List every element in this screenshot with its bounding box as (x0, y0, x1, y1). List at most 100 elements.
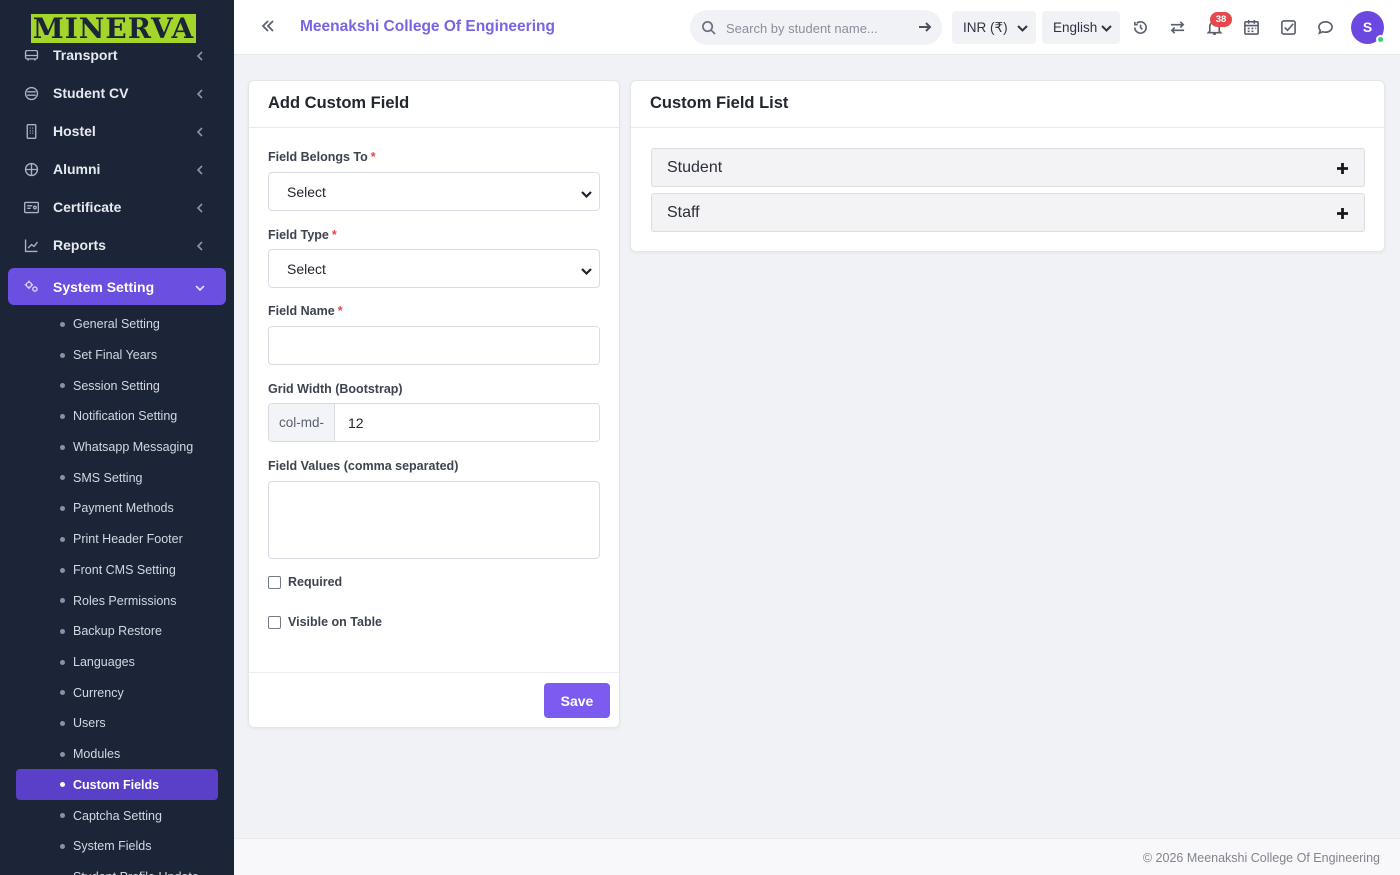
required-mark: * (331, 228, 337, 242)
field-values-label: Field Values (comma separated) (268, 459, 459, 473)
double-chevron-left-icon[interactable] (260, 18, 278, 36)
field-type-value: Select (287, 260, 326, 277)
sidebar-item-reports[interactable]: Reports (0, 226, 234, 264)
field-name-label: Field Name * (268, 304, 343, 318)
accordion-staff[interactable]: Staff (651, 193, 1365, 232)
chat-icon[interactable] (1317, 19, 1335, 37)
chevron-down-icon (581, 264, 592, 276)
sidebar-item-label: Student CV (53, 85, 129, 101)
chevron-down-icon (1101, 22, 1112, 33)
add-custom-field-card: Add Custom Field Field Belongs To * Selec… (248, 80, 620, 728)
sidebar-item-label: System Setting (53, 278, 155, 295)
plus-icon[interactable] (1336, 162, 1349, 175)
grid-width-group: col-md- (268, 403, 600, 442)
card-title: Add Custom Field (268, 94, 410, 112)
logo-area: MINERVA (0, 0, 234, 50)
currency-value: INR (₹) (963, 19, 1008, 35)
submenu-item-set-final-years[interactable]: Set Final Years (0, 340, 234, 371)
submenu-item-print-header-footer[interactable]: Print Header Footer (0, 524, 234, 555)
accordion-student[interactable]: Student (651, 148, 1365, 187)
save-button[interactable]: Save (544, 683, 610, 718)
gears-icon (22, 278, 40, 296)
required-mark: * (370, 150, 376, 164)
sidebar-item-label: Reports (53, 237, 106, 253)
arrow-right-icon[interactable] (918, 20, 932, 34)
divider (249, 127, 619, 128)
grid-width-input[interactable] (335, 404, 599, 441)
submenu-item-backup-restore[interactable]: Backup Restore (0, 616, 234, 647)
chevron-down-icon (195, 280, 207, 292)
chart-line-icon (22, 236, 40, 254)
submenu-item-student-profile-update[interactable]: Student Profile Update (0, 862, 234, 875)
submenu-item-session-setting[interactable]: Session Setting (0, 370, 234, 401)
grid-width-prefix: col-md- (269, 404, 335, 441)
language-select[interactable]: English (1042, 11, 1120, 44)
globe-icon (22, 160, 40, 178)
submenu-item-users[interactable]: Users (0, 708, 234, 739)
currency-select[interactable]: INR (₹) (952, 11, 1036, 44)
certificate-icon (22, 198, 40, 216)
submenu-item-languages[interactable]: Languages (0, 647, 234, 678)
field-type-label: Field Type * (268, 228, 337, 242)
submenu-item-general-setting[interactable]: General Setting (0, 309, 234, 340)
chevron-left-icon (195, 86, 207, 99)
submenu-item-whatsapp-messaging[interactable]: Whatsapp Messaging (0, 432, 234, 463)
history-icon[interactable] (1132, 19, 1150, 37)
switch-icon[interactable] (1169, 19, 1187, 37)
custom-field-list-card: Custom Field List Student Staff (630, 80, 1385, 252)
field-name-label-text: Field Name (268, 304, 335, 318)
visible-on-table-checkbox[interactable] (268, 615, 281, 629)
field-belongs-select[interactable]: Select (268, 172, 600, 211)
search-bar (690, 10, 942, 45)
chevron-down-icon (581, 187, 592, 199)
submenu-item-payment-methods[interactable]: Payment Methods (0, 493, 234, 524)
field-belongs-value: Select (287, 183, 326, 200)
system-setting-submenu: General Setting Set Final Years Session … (0, 309, 234, 875)
submenu-item-captcha-setting[interactable]: Captcha Setting (0, 800, 234, 831)
topbar: Meenakshi College Of Engineering INR (₹)… (234, 0, 1400, 55)
sidebar-item-certificate[interactable]: Certificate (0, 188, 234, 226)
visible-checkbox-label: Visible on Table (288, 615, 383, 629)
sidebar-item-label: Alumni (53, 161, 101, 177)
field-type-label-text: Field Type (268, 228, 329, 242)
submenu-item-currency[interactable]: Currency (0, 677, 234, 708)
visible-checkbox-row[interactable]: Visible on Table (268, 615, 382, 629)
divider (631, 127, 1384, 128)
sidebar-item-alumni[interactable]: Alumni (0, 150, 234, 188)
submenu-item-notification-setting[interactable]: Notification Setting (0, 401, 234, 432)
task-check-icon[interactable] (1280, 19, 1298, 37)
sidebar-item-label: Certificate (53, 199, 122, 215)
chevron-down-icon (1017, 22, 1028, 33)
divider (249, 672, 619, 673)
field-type-select[interactable]: Select (268, 249, 600, 288)
accordion-label: Staff (667, 204, 700, 221)
logo[interactable]: MINERVA (31, 14, 196, 43)
accordion-label: Student (667, 159, 723, 176)
required-checkbox-label: Required (288, 575, 343, 589)
page-title: Meenakshi College Of Engineering (300, 18, 555, 35)
field-belongs-label: Field Belongs To * (268, 150, 376, 164)
sidebar-item-student-cv[interactable]: Student CV (0, 74, 234, 112)
field-values-textarea[interactable] (268, 481, 600, 559)
field-name-input[interactable] (268, 326, 600, 365)
required-checkbox[interactable] (268, 575, 281, 589)
required-checkbox-row[interactable]: Required (268, 575, 342, 589)
chevron-left-icon (195, 200, 207, 213)
search-input[interactable] (726, 17, 901, 39)
sidebar-item-hostel[interactable]: Hostel (0, 112, 234, 150)
submenu-item-front-cms-setting[interactable]: Front CMS Setting (0, 555, 234, 586)
layers-icon (22, 84, 40, 102)
submenu-item-roles-permissions[interactable]: Roles Permissions (0, 585, 234, 616)
submenu-item-modules[interactable]: Modules (0, 739, 234, 770)
card-title: Custom Field List (650, 94, 789, 112)
submenu-item-system-fields[interactable]: System Fields (0, 831, 234, 862)
language-value: English (1053, 20, 1098, 35)
required-mark: * (337, 304, 343, 318)
search-icon (701, 20, 716, 35)
submenu-item-sms-setting[interactable]: SMS Setting (0, 462, 234, 493)
sidebar-menu: Transport Student CV Hostel Alumni Certi… (0, 36, 234, 875)
sidebar-item-system-setting[interactable]: System Setting (8, 268, 226, 305)
submenu-item-custom-fields[interactable]: Custom Fields (16, 769, 218, 801)
plus-icon[interactable] (1336, 207, 1349, 220)
calendar-icon[interactable] (1243, 19, 1261, 37)
